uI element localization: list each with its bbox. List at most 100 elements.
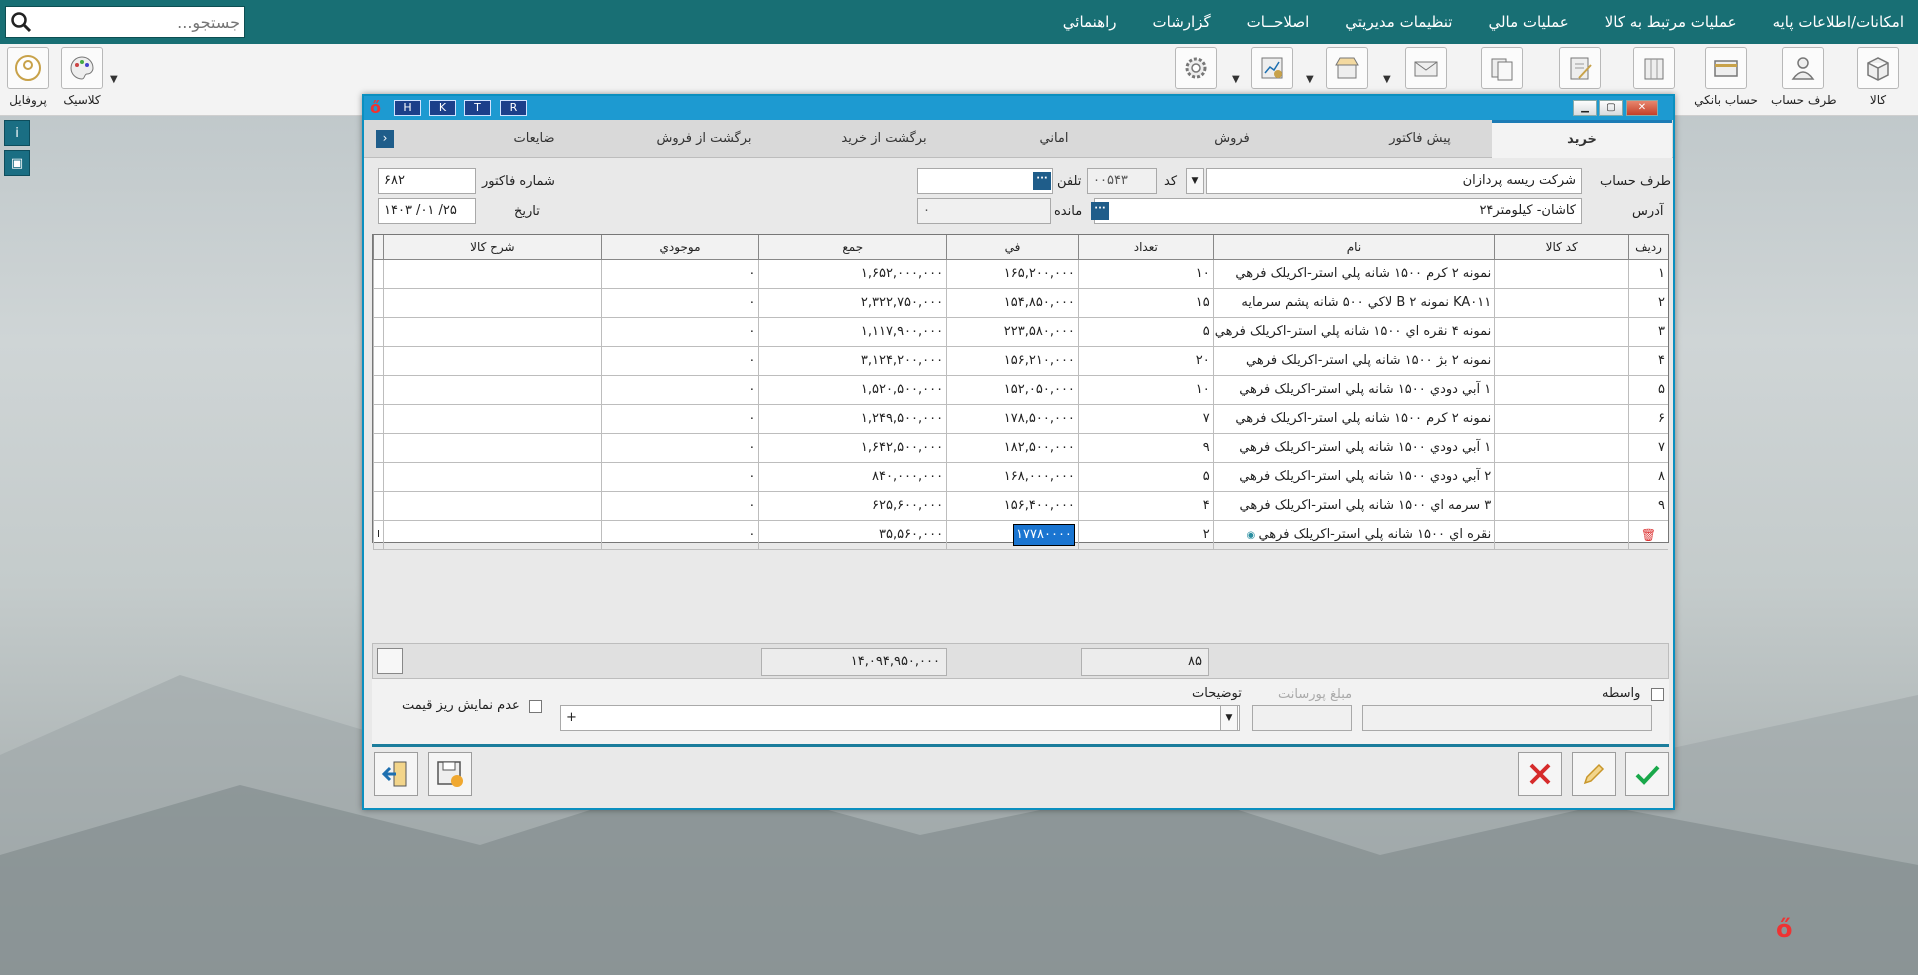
cell-name[interactable]: نقره اي ۱۵۰۰ شانه پلي استر-اکريلک فرهي ◉ bbox=[1212, 521, 1495, 549]
cell-qty[interactable]: ۷ bbox=[1077, 405, 1213, 433]
cell-n[interactable]: ۵ bbox=[1628, 376, 1668, 404]
cell-qty[interactable]: ۲ bbox=[1077, 521, 1213, 549]
cell-desc[interactable] bbox=[383, 521, 601, 549]
search-input[interactable] bbox=[36, 8, 244, 36]
tab-sales[interactable]: فروش bbox=[1142, 120, 1322, 158]
cell-n[interactable]: ۹ bbox=[1628, 492, 1668, 520]
broker-checkbox[interactable] bbox=[1651, 688, 1664, 701]
menu-item-ops[interactable]: عمليات مرتبط به کالا bbox=[1605, 13, 1737, 31]
cell-code[interactable] bbox=[1494, 463, 1628, 491]
cell-price[interactable]: ۱۶۵,۲۰۰,۰۰۰ bbox=[946, 260, 1078, 288]
table-row[interactable]: ۰ ۱,۲۴۹,۵۰۰,۰۰۰ ۱۷۸,۵۰۰,۰۰۰ ۷ نمونه ۲ کرم ۱۵… bbox=[373, 405, 1668, 434]
selected-price[interactable]: ۱۷۷۸۰۰۰۰ bbox=[1013, 524, 1075, 546]
cell-stock[interactable]: ۰ bbox=[600, 434, 759, 462]
cell-n[interactable]: ۴ bbox=[1628, 347, 1668, 375]
cell-n[interactable]: ۶ bbox=[1628, 405, 1668, 433]
cell-qty[interactable]: ۱۵ bbox=[1077, 289, 1213, 317]
cell-name[interactable]: نمونه ۲ کرم ۱۵۰۰ شانه پلي استر-اکريلک فر… bbox=[1212, 260, 1495, 288]
menu-financial[interactable]: عمليات مالي bbox=[1488, 13, 1568, 31]
table-row[interactable]: ۰ ۱,۶۵۲,۰۰۰,۰۰۰ ۱۶۵,۲۰۰,۰۰۰ ۱۰ نمونه ۲ کرم ۱… bbox=[373, 260, 1668, 289]
title-button-r[interactable]: R bbox=[500, 100, 527, 116]
table-row[interactable]: ۰ ۱,۵۲۰,۵۰۰,۰۰۰ ۱۵۲,۰۵۰,۰۰۰ ۱۰ ۱ آبي دودي ۱۵… bbox=[373, 376, 1668, 405]
cell-price[interactable]: ۱۵۴,۸۵۰,۰۰۰ bbox=[946, 289, 1078, 317]
info-icon[interactable]: i bbox=[4, 120, 30, 146]
cell-n[interactable]: 🗑 bbox=[1628, 521, 1668, 549]
cell-name[interactable]: ۱ آبي دودي ۱۵۰۰ شانه پلي استر-اکريلک فره… bbox=[1212, 434, 1495, 462]
save-button[interactable] bbox=[428, 752, 472, 796]
cell-price[interactable]: ۱۵۶,۴۰۰,۰۰۰ bbox=[946, 492, 1078, 520]
cancel-button[interactable] bbox=[1518, 752, 1562, 796]
chevron-down-icon[interactable]: ▼ bbox=[1306, 74, 1314, 85]
cell-desc[interactable] bbox=[383, 492, 601, 520]
toolbar-shop[interactable] bbox=[1315, 47, 1379, 89]
cell-stock[interactable]: ۰ bbox=[600, 492, 759, 520]
user-card-icon[interactable]: ▣ bbox=[4, 150, 30, 176]
confirm-button[interactable] bbox=[1625, 752, 1669, 796]
cell-total[interactable]: ۱,۱۱۷,۹۰۰,۰۰۰ bbox=[758, 318, 946, 346]
account-dropdown[interactable]: ▼ bbox=[1186, 168, 1204, 194]
cell-price[interactable]: ۱۷۷۸۰۰۰۰ bbox=[946, 521, 1078, 549]
address-field[interactable]: کاشان- کيلومتر۲۴ bbox=[1094, 198, 1582, 224]
column-header-name[interactable]: نام bbox=[1212, 235, 1495, 259]
cell-qty[interactable]: ۲۰ bbox=[1077, 347, 1213, 375]
menu-admin-settings[interactable]: تنظيمات مديريتي bbox=[1345, 13, 1452, 31]
column-header-total[interactable]: جمع bbox=[758, 235, 946, 259]
tab-purchase[interactable]: خريد bbox=[1492, 120, 1672, 158]
cell-total[interactable]: ۸۴۰,۰۰۰,۰۰۰ bbox=[758, 463, 946, 491]
cell-desc[interactable] bbox=[383, 376, 601, 404]
cell-code[interactable] bbox=[1494, 289, 1628, 317]
tab-waste[interactable]: ضايعات bbox=[444, 120, 624, 158]
tab-proforma[interactable]: پيش فاکتور bbox=[1330, 120, 1510, 158]
cell-desc[interactable] bbox=[383, 318, 601, 346]
cell-name[interactable]: نمونه ۲ کرم ۱۵۰۰ شانه پلي استر-اکريلک فر… bbox=[1212, 405, 1495, 433]
cell-code[interactable] bbox=[1494, 434, 1628, 462]
table-row[interactable]: ۰ ۱,۱۱۷,۹۰۰,۰۰۰ ۲۲۳,۵۸۰,۰۰۰ ۵ نمونه ۴ نقره ا… bbox=[373, 318, 1668, 347]
cell-code[interactable] bbox=[1494, 492, 1628, 520]
toolbar-warehouse[interactable] bbox=[1622, 47, 1686, 89]
cell-price[interactable]: ۱۶۸,۰۰۰,۰۰۰ bbox=[946, 463, 1078, 491]
cell-stock[interactable]: ۰ bbox=[600, 318, 759, 346]
toolbar-settings[interactable] bbox=[1164, 47, 1228, 89]
cell-qty[interactable]: ۱۰ bbox=[1077, 376, 1213, 404]
column-header-desc[interactable]: شرح کالا bbox=[383, 235, 601, 259]
search-icon[interactable] bbox=[6, 7, 36, 37]
cell-stock[interactable]: ۰ bbox=[600, 521, 759, 549]
toolbar-documents[interactable] bbox=[1470, 47, 1534, 89]
cell-qty[interactable]: ۵ bbox=[1077, 318, 1213, 346]
table-row[interactable]: ۰ ۲,۳۲۲,۷۵۰,۰۰۰ ۱۵۴,۸۵۰,۰۰۰ ۱۵ KA۰۱۱ نمونه ۲… bbox=[373, 289, 1668, 318]
title-button-k[interactable]: K bbox=[429, 100, 456, 116]
exit-button[interactable] bbox=[374, 752, 418, 796]
maximize-button[interactable]: ▢ bbox=[1599, 100, 1623, 116]
menu-basic-info[interactable]: امکانات/اطلاعات پايه bbox=[1773, 13, 1904, 31]
title-button-t[interactable]: T bbox=[464, 100, 491, 116]
cell-stock[interactable]: ۰ bbox=[600, 347, 759, 375]
cell-price[interactable]: ۱۵۲,۰۵۰,۰۰۰ bbox=[946, 376, 1078, 404]
cell-qty[interactable]: ۱۰ bbox=[1077, 260, 1213, 288]
chevron-down-icon[interactable]: ▼ bbox=[1232, 74, 1240, 85]
cell-total[interactable]: ۱,۶۴۲,۵۰۰,۰۰۰ bbox=[758, 434, 946, 462]
cell-desc[interactable] bbox=[383, 289, 601, 317]
cell-total[interactable]: ۱,۲۴۹,۵۰۰,۰۰۰ bbox=[758, 405, 946, 433]
notes-dropdown[interactable]: ▼ bbox=[1220, 705, 1238, 731]
cell-price[interactable]: ۱۸۲,۵۰۰,۰۰۰ bbox=[946, 434, 1078, 462]
cell-n[interactable]: ۲ bbox=[1628, 289, 1668, 317]
cell-qty[interactable]: ۵ bbox=[1077, 463, 1213, 491]
cell-total[interactable]: ۲,۳۲۲,۷۵۰,۰۰۰ bbox=[758, 289, 946, 317]
account-field[interactable]: شرکت ريسه پردازان bbox=[1206, 168, 1582, 194]
cell-total[interactable]: ۱,۵۲۰,۵۰۰,۰۰۰ bbox=[758, 376, 946, 404]
cell-stock[interactable]: ۰ bbox=[600, 376, 759, 404]
cell-total[interactable]: ۶۲۵,۶۰۰,۰۰۰ bbox=[758, 492, 946, 520]
toolbar-invoice-edit[interactable] bbox=[1548, 47, 1612, 89]
table-row[interactable]: I ۰ ۳۵,۵۶۰,۰۰۰ ۱۷۷۸۰۰۰۰ ۲ نقره اي ۱۵۰۰ شانه پ… bbox=[373, 521, 1668, 550]
cell-stock[interactable]: ۰ bbox=[600, 405, 759, 433]
cell-name[interactable]: ۱ آبي دودي ۱۵۰۰ شانه پلي استر-اکريلک فره… bbox=[1212, 376, 1495, 404]
cell-desc[interactable] bbox=[383, 405, 601, 433]
cell-stock[interactable]: ۰ bbox=[600, 289, 759, 317]
column-header-qty[interactable]: تعداد bbox=[1077, 235, 1213, 259]
grid-edit-icon[interactable] bbox=[377, 648, 403, 674]
date-field[interactable]: ۱۴۰۳ /۰۱ /۲۵ bbox=[378, 198, 476, 224]
cell-name[interactable]: ۲ آبي دودي ۱۵۰۰ شانه پلي استر-اکريلک فره… bbox=[1212, 463, 1495, 491]
cell-code[interactable] bbox=[1494, 318, 1628, 346]
chevron-down-icon[interactable]: ▼ bbox=[110, 74, 118, 85]
minimize-button[interactable]: ▁ bbox=[1573, 100, 1597, 116]
